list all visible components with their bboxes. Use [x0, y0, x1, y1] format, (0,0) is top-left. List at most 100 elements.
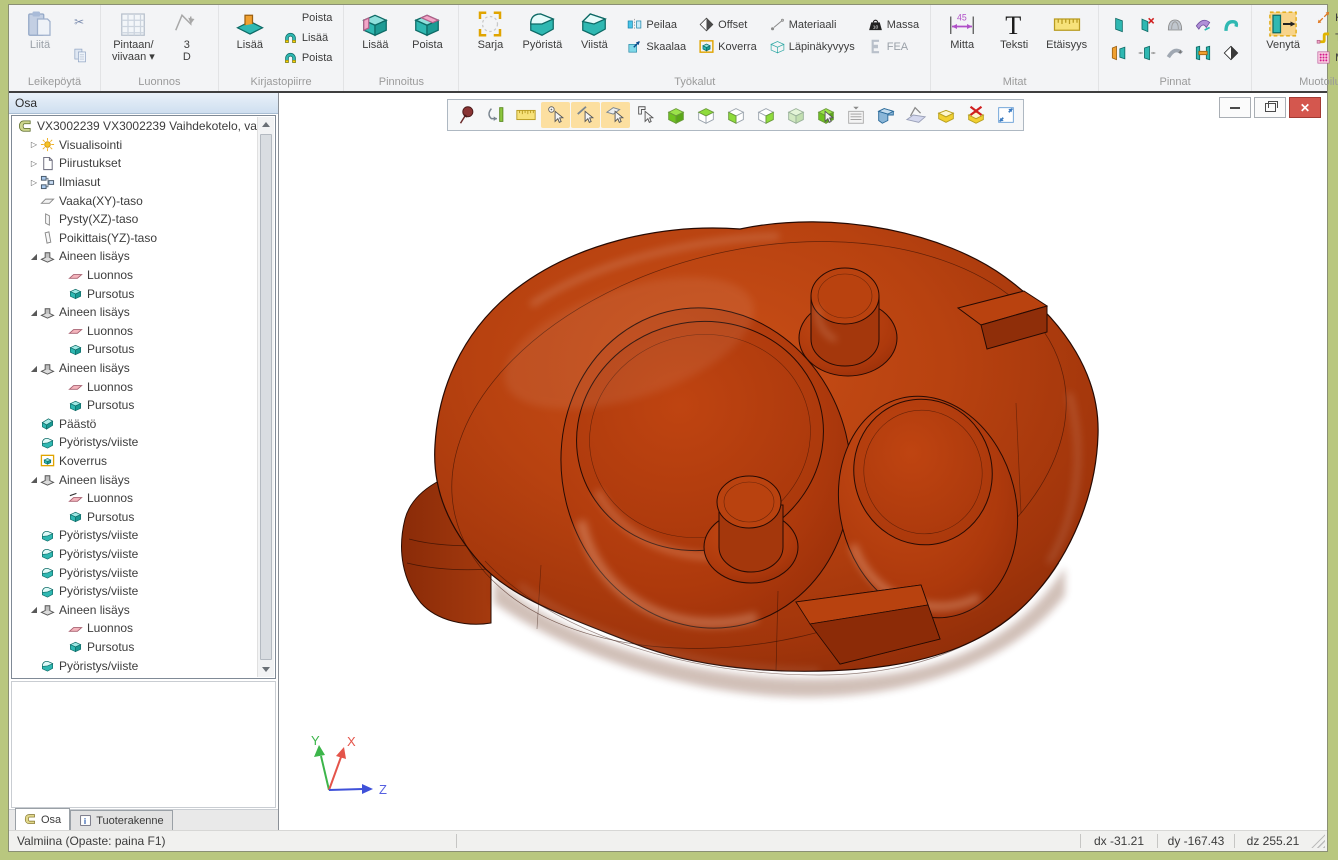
tree-item[interactable]: Pysty(XZ)-taso	[12, 210, 258, 229]
shell-button[interactable]: Koverra	[695, 37, 760, 56]
pin-button[interactable]	[451, 102, 480, 128]
surface-remove-button[interactable]: Poista	[404, 8, 450, 52]
magnet-remove-button[interactable]: Poista	[279, 48, 336, 67]
surface-delete-button[interactable]	[1136, 14, 1158, 36]
show-box-button[interactable]	[931, 102, 960, 128]
tree-item[interactable]: ◢Aineen lisäys	[12, 600, 258, 619]
expander-expanded-icon[interactable]: ◢	[28, 308, 40, 317]
display-list-button[interactable]	[841, 102, 870, 128]
sweep-surface-button[interactable]	[1220, 14, 1242, 36]
expander-collapsed-icon[interactable]: ▷	[28, 159, 40, 168]
expand-view-button[interactable]	[991, 102, 1020, 128]
material-button[interactable]: Materiaali	[766, 15, 858, 34]
tree-item[interactable]: VX3002239 VX3002239 Vaihdekotelo, valu	[12, 117, 258, 136]
tree-item[interactable]: Poikittais(YZ)-taso	[12, 229, 258, 248]
tab-osa[interactable]: Osa	[15, 808, 70, 830]
profile-button[interactable]	[871, 102, 900, 128]
select-point-button[interactable]	[541, 102, 570, 128]
extend-surface-button[interactable]	[1136, 42, 1158, 64]
replace-surface-button[interactable]	[1192, 14, 1214, 36]
join-surface-button[interactable]	[1108, 42, 1130, 64]
mirror-button[interactable]: Peilaa	[623, 15, 689, 34]
tree-item[interactable]: Pyöristys/viiste	[12, 433, 258, 452]
expander-collapsed-icon[interactable]: ▷	[28, 140, 40, 149]
expander-expanded-icon[interactable]: ◢	[28, 605, 40, 614]
minimize-button[interactable]	[1219, 97, 1251, 118]
tree-item[interactable]: Luonnos	[12, 322, 258, 341]
tree-item[interactable]: ◢Aineen lisäys	[12, 303, 258, 322]
transparency-button[interactable]: Läpinäkyvyys	[766, 37, 858, 56]
tree-item[interactable]: ▷Visualisointi	[12, 136, 258, 155]
scale-button[interactable]: Skaalaa	[623, 37, 689, 56]
mass-button[interactable]: Massa	[864, 15, 922, 34]
tree-item[interactable]: Pyöristys/viiste	[12, 563, 258, 582]
select-edge-button[interactable]	[571, 102, 600, 128]
fea-button[interactable]: FEA	[864, 37, 922, 56]
view-cube-right-button[interactable]	[751, 102, 780, 128]
copy-button[interactable]	[69, 46, 92, 65]
tree-item[interactable]: Luonnos	[12, 377, 258, 396]
sketch-3d-button[interactable]: 3 D	[164, 8, 210, 64]
tree-item[interactable]: Pyöristys/viiste	[12, 656, 258, 675]
scroll-down-icon[interactable]	[258, 662, 274, 677]
magnet-add-button[interactable]: Lisää	[279, 28, 336, 47]
distance-button[interactable]: Etäisyys	[1043, 8, 1090, 52]
select-solid-button[interactable]	[811, 102, 840, 128]
tree-item[interactable]: Päästö	[12, 415, 258, 434]
tree-item[interactable]: Koverrus	[12, 452, 258, 471]
viewport-3d[interactable]: ✕ Y X Z	[279, 93, 1327, 830]
drape-surface-button[interactable]	[1164, 42, 1186, 64]
tree-item[interactable]: ▷Piirustukset	[12, 154, 258, 173]
library-remove-button[interactable]: Poista	[279, 8, 336, 27]
tree-item[interactable]: ◢Aineen lisäys	[12, 470, 258, 489]
tab-tuoterakenne[interactable]: Tuoterakenne	[70, 810, 172, 830]
surface-button[interactable]	[1108, 14, 1130, 36]
fillet-button[interactable]: Pyöristä	[519, 8, 565, 52]
deform-button[interactable]: Muotoile	[1312, 48, 1338, 67]
view-cube-left-button[interactable]	[721, 102, 750, 128]
view-cube-solid-button[interactable]	[661, 102, 690, 128]
tree-item[interactable]: Pursotus	[12, 284, 258, 303]
twist-button[interactable]: Kierrä	[1312, 8, 1338, 27]
patch-surface-button[interactable]	[1164, 14, 1186, 36]
stretch-button[interactable]: Venytä	[1260, 8, 1306, 52]
select-feature-button[interactable]	[631, 102, 660, 128]
paste-button[interactable]: Liitä	[17, 8, 63, 52]
tree-item[interactable]: Pursotus	[12, 396, 258, 415]
flip-direction-button[interactable]	[481, 102, 510, 128]
view-cube-shaded-button[interactable]	[781, 102, 810, 128]
tree-item[interactable]: Pursotus	[12, 638, 258, 657]
library-add-button[interactable]: Lisää	[227, 8, 273, 52]
restore-button[interactable]	[1254, 97, 1286, 118]
sketch-plane-button[interactable]	[901, 102, 930, 128]
scroll-up-icon[interactable]	[258, 117, 274, 132]
dimension-button[interactable]: Mitta	[939, 8, 985, 52]
expander-collapsed-icon[interactable]: ▷	[28, 178, 40, 187]
expander-expanded-icon[interactable]: ◢	[28, 364, 40, 373]
tree-item[interactable]: ◢Aineen lisäys	[12, 359, 258, 378]
offset-surface-button[interactable]	[1220, 42, 1242, 64]
sketch-on-surface-button[interactable]: Pintaan/ viivaan ▾	[109, 8, 158, 64]
scrollbar-thumb[interactable]	[260, 134, 272, 660]
offset-button[interactable]: Offset	[695, 15, 760, 34]
pattern-button[interactable]: Sarja	[467, 8, 513, 52]
tree-item[interactable]: Pursotus	[12, 340, 258, 359]
tree-item[interactable]: Pyöristys/viiste	[12, 526, 258, 545]
view-cube-top-button[interactable]	[691, 102, 720, 128]
tree-item[interactable]: ◢Aineen lisäys	[12, 247, 258, 266]
text-button[interactable]: Teksti	[991, 8, 1037, 52]
surface-add-button[interactable]: Lisää	[352, 8, 398, 52]
expander-expanded-icon[interactable]: ◢	[28, 252, 40, 261]
tree-item[interactable]: Luonnos	[12, 619, 258, 638]
tree-item[interactable]: Luonnos	[12, 266, 258, 285]
chamfer-button[interactable]: Viistä	[571, 8, 617, 52]
tree-item[interactable]: Pyöristys/viiste	[12, 545, 258, 564]
cut-button[interactable]	[69, 12, 92, 31]
resize-grip[interactable]	[1311, 834, 1325, 848]
tree-item[interactable]: Pyöristys/viiste	[12, 582, 258, 601]
trim-surface-button[interactable]	[1192, 42, 1214, 64]
tree-scrollbar[interactable]	[257, 117, 274, 677]
select-face-button[interactable]	[601, 102, 630, 128]
tree-item[interactable]: Luonnos	[12, 489, 258, 508]
model-gearbox-cover[interactable]	[279, 93, 1327, 815]
